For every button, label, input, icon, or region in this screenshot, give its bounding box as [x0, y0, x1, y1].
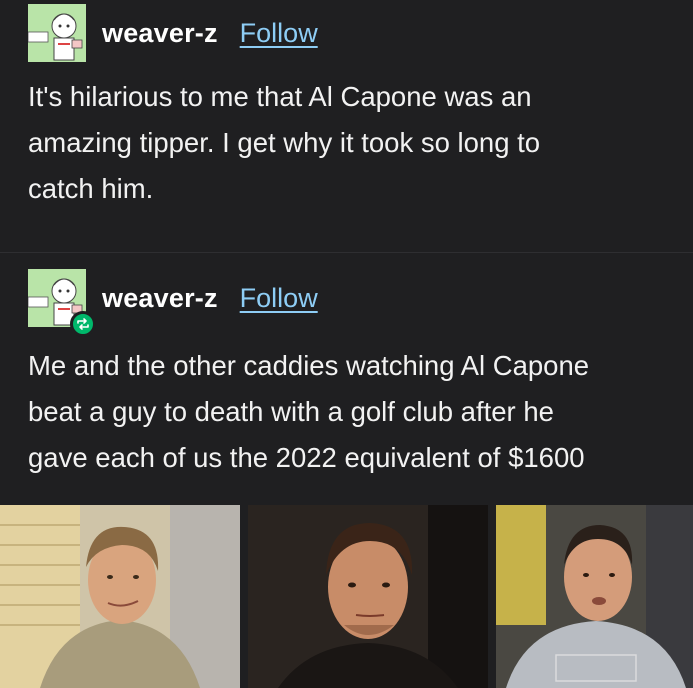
avatar[interactable] [28, 269, 96, 337]
photo-man-smirk[interactable] [0, 505, 240, 688]
reblog-badge [70, 311, 96, 337]
person-photo-icon [496, 505, 693, 688]
post-1-header: weaver-z Follow [28, 4, 318, 62]
follow-button[interactable]: Follow [240, 283, 318, 314]
follow-button[interactable]: Follow [240, 18, 318, 49]
post-text-line: amazing tipper. I get why it took so lon… [28, 127, 541, 158]
post-text-line: beat a guy to death with a golf club aft… [28, 396, 554, 427]
post-body: It's hilarious to me that Al Capone was … [28, 74, 693, 212]
post-text-line: gave each of us the 2022 equivalent of $… [28, 442, 585, 473]
avatar[interactable] [28, 4, 86, 62]
post-text-line: It's hilarious to me that Al Capone was … [28, 81, 532, 112]
avatar-illustration-icon [28, 4, 86, 62]
person-photo-icon [0, 505, 240, 688]
photo-man-stare[interactable] [248, 505, 488, 688]
post-text-line: Me and the other caddies watching Al Cap… [28, 350, 590, 381]
post-2: weaver-z Follow Me and the other caddies… [0, 253, 693, 505]
username[interactable]: weaver-z [102, 283, 218, 314]
photo-strip [0, 505, 693, 688]
post-text-line: catch him. [28, 173, 154, 204]
post-2-header: weaver-z Follow [28, 269, 318, 337]
reblog-icon [77, 318, 89, 330]
post-body: Me and the other caddies watching Al Cap… [28, 343, 693, 481]
post-1: weaver-z Follow It's hilarious to me tha… [0, 0, 693, 252]
photo-man-gray-shirt[interactable] [496, 505, 693, 688]
person-photo-icon [248, 505, 488, 688]
username[interactable]: weaver-z [102, 18, 218, 49]
